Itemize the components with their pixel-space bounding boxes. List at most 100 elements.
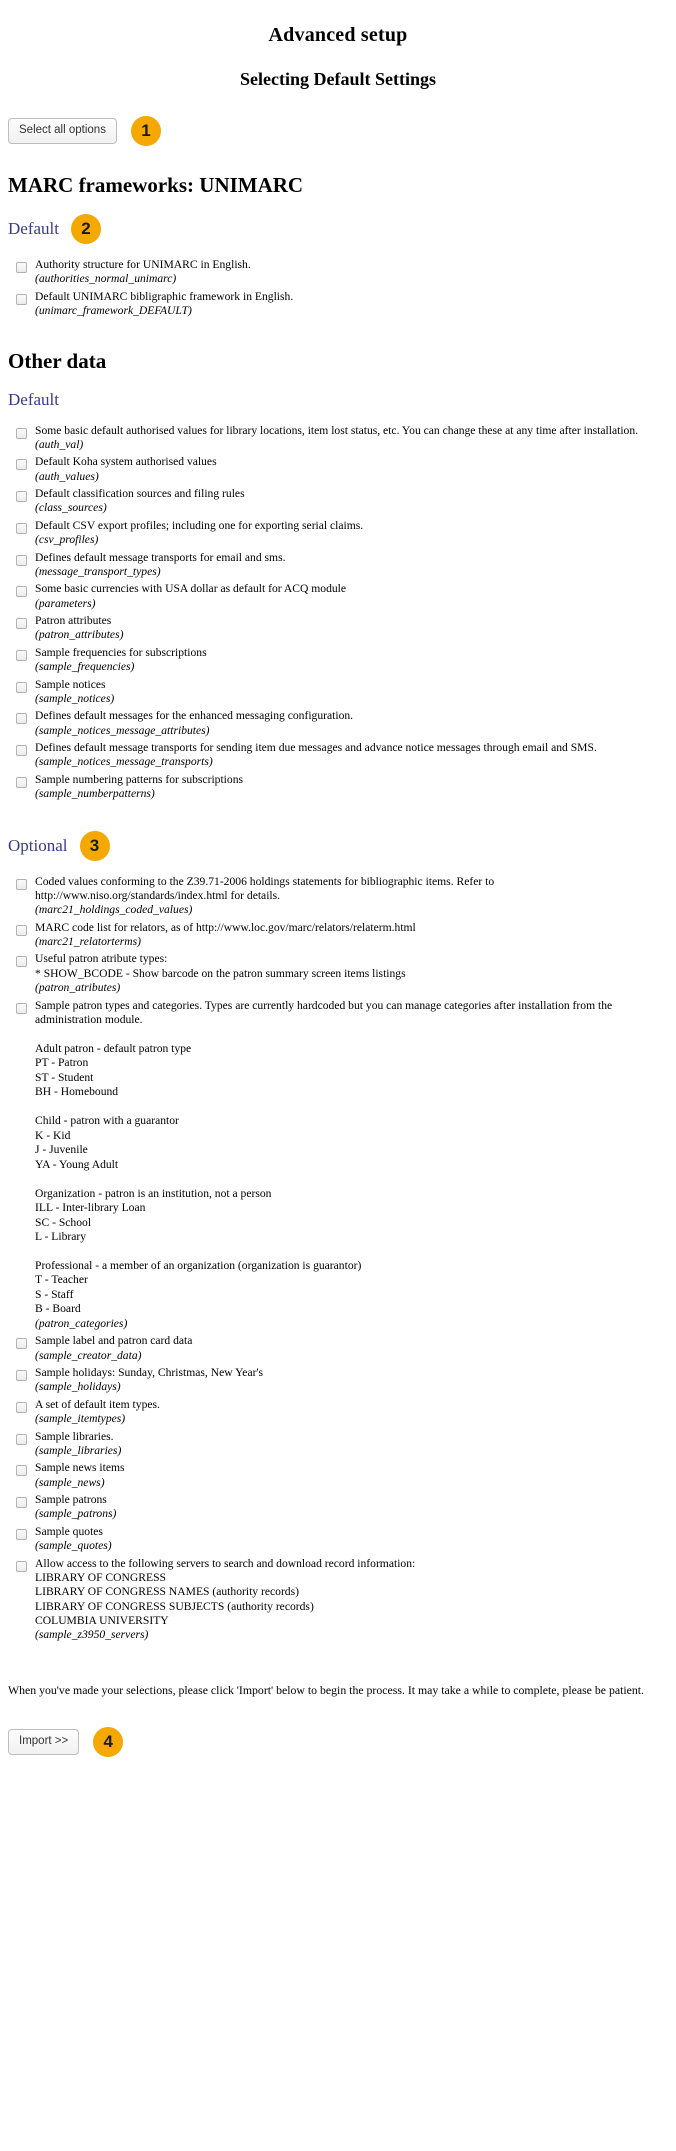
option-code: (sample_frequencies) xyxy=(35,660,135,674)
option-row: Sample libraries. (sample_libraries) xyxy=(8,1430,676,1459)
option-checkbox[interactable] xyxy=(16,1433,27,1445)
other-default-options-list: Some basic default authorised values for… xyxy=(0,410,676,802)
other-optional-group-header: Optional 3 xyxy=(0,805,676,861)
option-description: Authority structure for UNIMARC in Engli… xyxy=(35,258,251,271)
option-checkbox[interactable] xyxy=(16,1401,27,1413)
option-code: (parameters) xyxy=(35,596,96,610)
option-checkbox[interactable] xyxy=(16,586,27,598)
option-checkbox[interactable] xyxy=(16,878,27,890)
option-checkbox[interactable] xyxy=(16,713,27,725)
option-body: Some basic currencies with USA dollar as… xyxy=(35,582,352,611)
option-description: Some basic default authorised values for… xyxy=(35,423,639,437)
option-body: Default UNIMARC bibligraphic framework i… xyxy=(35,290,299,319)
option-code: (sample_quotes) xyxy=(35,1539,112,1553)
option-description: Default classification sources and filin… xyxy=(35,487,245,500)
option-row: Sample patron types and categories. Type… xyxy=(8,999,676,1332)
option-row: Some basic currencies with USA dollar as… xyxy=(8,582,676,611)
select-all-options-button[interactable]: Select all options xyxy=(8,118,117,144)
option-checkbox[interactable] xyxy=(16,649,27,661)
option-checkbox[interactable] xyxy=(16,681,27,693)
option-row: Coded values conforming to the Z39.71-20… xyxy=(8,875,676,918)
option-code: (sample_notices_message_transports) xyxy=(35,755,213,769)
option-row: Sample news items (sample_news) xyxy=(8,1461,676,1490)
option-row: Patron attributes (patron_attributes) xyxy=(8,614,676,643)
option-description: Default UNIMARC bibligraphic framework i… xyxy=(35,289,294,303)
option-code: (sample_notices_message_attributes) xyxy=(35,723,210,737)
option-row: Sample quotes (sample_quotes) xyxy=(8,1525,676,1554)
option-body: Sample patron types and categories. Type… xyxy=(35,999,676,1332)
option-checkbox[interactable] xyxy=(16,618,27,629)
option-row: Sample patrons (sample_patrons) xyxy=(8,1493,676,1522)
option-checkbox[interactable] xyxy=(16,745,27,756)
page-subtitle: Selecting Default Settings xyxy=(240,69,436,89)
option-row: Allow access to the following servers to… xyxy=(8,1557,676,1643)
option-body: Useful patron atribute types: * SHOW_BCO… xyxy=(35,952,412,995)
option-row: A set of default item types. (sample_item… xyxy=(8,1398,676,1427)
option-checkbox[interactable] xyxy=(16,1528,27,1540)
footer-actions: Import >> 4 xyxy=(0,1711,676,1777)
option-code: (authorities_normal_unimarc) xyxy=(35,272,177,286)
option-checkbox[interactable] xyxy=(16,1465,27,1477)
option-code: (marc21_holdings_coded_values) xyxy=(35,903,193,917)
option-code: (sample_libraries) xyxy=(35,1443,122,1457)
option-code: (auth_val) xyxy=(35,437,84,451)
other-data-heading: Other data xyxy=(8,348,107,373)
option-body: Defines default message transports for s… xyxy=(35,741,603,770)
option-row: Authority structure for UNIMARC in Engli… xyxy=(8,258,676,287)
option-checkbox[interactable] xyxy=(16,262,27,273)
option-checkbox[interactable] xyxy=(16,924,27,936)
option-body: Sample numbering patterns for subscripti… xyxy=(35,773,249,802)
option-description: Defines default message transports for s… xyxy=(35,741,597,754)
option-body: Some basic default authorised values for… xyxy=(35,424,644,453)
option-description: Defines default messages for the enhance… xyxy=(35,709,354,723)
option-row: Defines default message transports for e… xyxy=(8,551,676,580)
option-code: (sample_itemtypes) xyxy=(35,1412,126,1426)
option-code: (patron_atributes) xyxy=(35,981,121,995)
option-body: A set of default item types. (sample_item… xyxy=(35,1398,166,1427)
option-body: Authority structure for UNIMARC in Engli… xyxy=(35,258,257,287)
option-checkbox[interactable] xyxy=(16,459,27,471)
other-optional-options-list: Coded values conforming to the Z39.71-20… xyxy=(0,861,676,1643)
option-description: Sample holidays: Sunday, Christmas, New … xyxy=(35,1366,264,1380)
option-code: (auth_values) xyxy=(35,469,99,483)
option-description: Default Koha system authorised values xyxy=(35,455,217,469)
option-checkbox[interactable] xyxy=(16,776,27,788)
import-button[interactable]: Import >> xyxy=(8,1728,80,1755)
option-checkbox[interactable] xyxy=(16,491,27,502)
option-body: Allow access to the following servers to… xyxy=(35,1557,421,1643)
option-body: Sample label and patron card data (sample… xyxy=(35,1334,198,1363)
footer-instructions: When you've made your selections, please… xyxy=(8,1682,644,1697)
option-description: Sample patrons xyxy=(35,1493,107,1507)
option-checkbox[interactable] xyxy=(16,1002,27,1014)
option-body: Sample patrons (sample_patrons) xyxy=(35,1493,122,1522)
option-code: (sample_z3950_servers) xyxy=(35,1628,149,1642)
option-row: Sample label and patron card data (sample… xyxy=(8,1334,676,1363)
option-checkbox[interactable] xyxy=(16,1497,27,1509)
callout-badge-1: 1 xyxy=(130,116,161,146)
option-body: Default Koha system authorised values (au… xyxy=(35,455,223,484)
option-code: (sample_numberpatterns) xyxy=(35,787,155,801)
option-checkbox[interactable] xyxy=(16,1338,27,1350)
option-body: Sample frequencies for subscriptions (sam… xyxy=(35,646,213,675)
option-code: (sample_holidays) xyxy=(35,1380,121,1394)
option-row: Some basic default authorised values for… xyxy=(8,424,676,453)
option-checkbox[interactable] xyxy=(16,1560,27,1572)
option-code: (patron_categories) xyxy=(35,1316,128,1330)
option-body: Sample holidays: Sunday, Christmas, New … xyxy=(35,1366,269,1395)
option-checkbox[interactable] xyxy=(16,554,27,566)
option-checkbox[interactable] xyxy=(16,427,27,439)
option-checkbox[interactable] xyxy=(16,1370,27,1382)
option-body: Patron attributes (patron_attributes) xyxy=(35,614,129,643)
option-description: Sample news items xyxy=(35,1461,125,1475)
option-body: MARC code list for relators, as of http:… xyxy=(35,921,422,950)
option-checkbox[interactable] xyxy=(16,956,27,968)
option-body: Coded values conforming to the Z39.71-20… xyxy=(35,875,676,918)
option-description: Useful patron atribute types: * SHOW_BCO… xyxy=(35,952,406,980)
option-checkbox[interactable] xyxy=(16,522,27,534)
marc-default-group-label: Default xyxy=(8,219,59,238)
option-row: Defines default messages for the enhance… xyxy=(8,709,676,738)
option-body: Sample quotes (sample_quotes) xyxy=(35,1525,118,1554)
option-row: Sample holidays: Sunday, Christmas, New … xyxy=(8,1366,676,1395)
option-checkbox[interactable] xyxy=(16,293,27,305)
option-description: Sample label and patron card data xyxy=(35,1334,193,1348)
